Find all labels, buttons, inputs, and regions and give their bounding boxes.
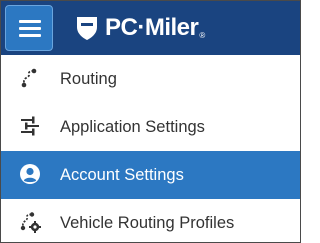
sliders-icon — [19, 115, 41, 137]
menu-item-application-settings[interactable]: Application Settings — [1, 103, 300, 151]
menu-item-label: Account Settings — [60, 165, 184, 184]
user-circle-icon — [19, 163, 41, 185]
menu-item-label: Vehicle Routing Profiles — [60, 213, 235, 232]
brand-name: PC·Miler — [105, 14, 199, 41]
menu-item-account-settings[interactable]: Account Settings — [1, 151, 300, 199]
registered-mark: ® — [199, 31, 206, 40]
route-gear-icon — [19, 211, 41, 233]
menu-item-label: Routing — [60, 69, 117, 88]
route-path-icon — [19, 67, 41, 89]
hamburger-menu-button[interactable] — [5, 5, 53, 51]
hamburger-menu-icon — [19, 20, 41, 23]
shield-logo-icon — [77, 17, 97, 40]
hamburger-menu-icon — [19, 34, 41, 37]
app-window: PC·Miler ® Routing Application Settings … — [0, 0, 301, 243]
hamburger-menu-icon — [19, 27, 41, 30]
app-header: PC·Miler ® — [1, 1, 300, 55]
menu-item-label: Application Settings — [60, 117, 205, 136]
pcmiler-logo: PC·Miler ® — [75, 10, 205, 46]
navigation-menu: Routing Application Settings Account Set… — [1, 55, 300, 242]
menu-item-vehicle-routing-profiles[interactable]: Vehicle Routing Profiles — [1, 199, 300, 242]
menu-item-routing[interactable]: Routing — [1, 55, 300, 103]
